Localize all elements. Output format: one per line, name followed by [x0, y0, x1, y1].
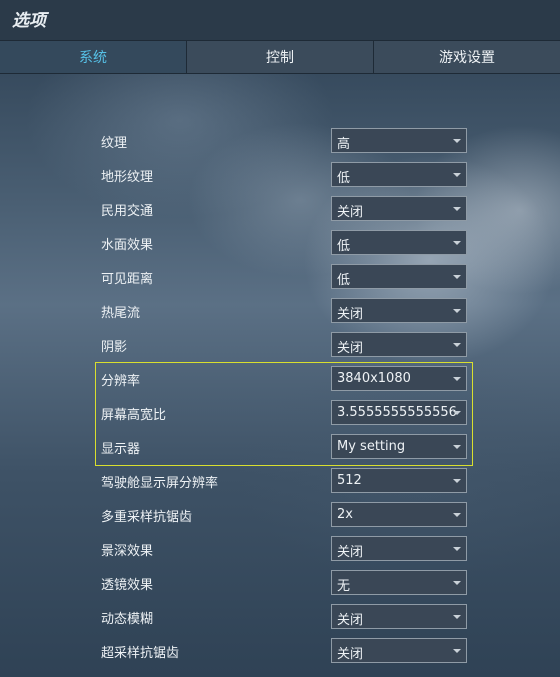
setting-label: 可见距离 — [101, 272, 154, 287]
setting-label: 动态模糊 — [101, 612, 154, 627]
setting-row-water-effects: 水面效果 低 — [0, 226, 560, 260]
aspect-ratio-dropdown[interactable]: 3.5555555555556 — [331, 400, 467, 425]
chevron-down-icon — [453, 479, 461, 483]
tab-controls[interactable]: 控制 — [187, 41, 374, 73]
chevron-down-icon — [453, 241, 461, 245]
texture-dropdown[interactable]: 高 — [331, 128, 467, 153]
setting-label: 民用交通 — [101, 204, 154, 219]
chevron-down-icon — [453, 343, 461, 347]
chevron-down-icon — [453, 445, 461, 449]
setting-row-msaa: 多重采样抗锯齿 2x — [0, 498, 560, 532]
ssaa-dropdown[interactable]: 关闭 — [331, 638, 467, 663]
setting-row-view-distance: 可见距离 低 — [0, 260, 560, 294]
dropdown-value: 512 — [337, 473, 362, 488]
depth-of-field-dropdown[interactable]: 关闭 — [331, 536, 467, 561]
dropdown-value: 关闭 — [337, 307, 364, 322]
setting-label: 地形纹理 — [101, 170, 154, 185]
chevron-down-icon — [453, 377, 461, 381]
chevron-down-icon — [453, 513, 461, 517]
settings-list: 纹理 高 地形纹理 低 民用交通 关闭 水面效果 低 可见距离 低 热尾流 关闭… — [0, 124, 560, 668]
chevron-down-icon — [453, 309, 461, 313]
dropdown-value: 低 — [337, 171, 351, 186]
cockpit-display-resolution-dropdown[interactable]: 512 — [331, 468, 467, 493]
setting-row-depth-of-field: 景深效果 关闭 — [0, 532, 560, 566]
setting-row-cockpit-display-resolution: 驾驶舱显示屏分辨率 512 — [0, 464, 560, 498]
setting-label: 水面效果 — [101, 238, 154, 253]
msaa-dropdown[interactable]: 2x — [331, 502, 467, 527]
lens-effects-dropdown[interactable]: 无 — [331, 570, 467, 595]
setting-label: 分辨率 — [101, 374, 141, 389]
title-bar: 选项 — [0, 0, 560, 40]
setting-row-resolution: 分辨率 3840x1080 — [0, 362, 560, 396]
setting-row-ssaa: 超采样抗锯齿 关闭 — [0, 634, 560, 668]
setting-row-civil-traffic: 民用交通 关闭 — [0, 192, 560, 226]
setting-label: 超采样抗锯齿 — [101, 646, 180, 661]
dropdown-value: 关闭 — [337, 341, 364, 356]
dropdown-value: 2x — [337, 507, 353, 522]
terrain-texture-dropdown[interactable]: 低 — [331, 162, 467, 187]
setting-label: 阴影 — [101, 340, 128, 355]
setting-label: 景深效果 — [101, 544, 154, 559]
chevron-down-icon — [453, 581, 461, 585]
heat-haze-dropdown[interactable]: 关闭 — [331, 298, 467, 323]
tab-game-settings[interactable]: 游戏设置 — [374, 41, 560, 73]
setting-label: 多重采样抗锯齿 — [101, 510, 193, 525]
tab-bar: 系统 控制 游戏设置 — [0, 40, 560, 74]
shadows-dropdown[interactable]: 关闭 — [331, 332, 467, 357]
dropdown-value: 3840x1080 — [337, 371, 411, 386]
setting-label: 屏幕高宽比 — [101, 408, 167, 423]
setting-row-heat-haze: 热尾流 关闭 — [0, 294, 560, 328]
monitor-dropdown[interactable]: My setting — [331, 434, 467, 459]
dropdown-value: 关闭 — [337, 647, 364, 662]
resolution-dropdown[interactable]: 3840x1080 — [331, 366, 467, 391]
setting-label: 透镜效果 — [101, 578, 154, 593]
dropdown-value: 低 — [337, 273, 351, 288]
setting-row-motion-blur: 动态模糊 关闭 — [0, 600, 560, 634]
dropdown-value: My setting — [337, 439, 406, 454]
setting-label: 热尾流 — [101, 306, 141, 321]
water-effects-dropdown[interactable]: 低 — [331, 230, 467, 255]
chevron-down-icon — [453, 547, 461, 551]
dropdown-value: 关闭 — [337, 545, 364, 560]
setting-row-shadows: 阴影 关闭 — [0, 328, 560, 362]
chevron-down-icon — [453, 173, 461, 177]
chevron-down-icon — [453, 275, 461, 279]
setting-row-texture: 纹理 高 — [0, 124, 560, 158]
setting-row-monitor: 显示器 My setting — [0, 430, 560, 464]
dropdown-value: 3.5555555555556 — [337, 405, 457, 420]
setting-label: 显示器 — [101, 442, 141, 457]
dropdown-value: 高 — [337, 137, 351, 152]
motion-blur-dropdown[interactable]: 关闭 — [331, 604, 467, 629]
setting-label: 纹理 — [101, 136, 128, 151]
chevron-down-icon — [453, 411, 461, 415]
setting-row-aspect-ratio: 屏幕高宽比 3.5555555555556 — [0, 396, 560, 430]
dropdown-value: 无 — [337, 579, 351, 594]
chevron-down-icon — [453, 207, 461, 211]
dropdown-value: 关闭 — [337, 613, 364, 628]
civil-traffic-dropdown[interactable]: 关闭 — [331, 196, 467, 221]
setting-label: 驾驶舱显示屏分辨率 — [101, 476, 219, 491]
view-distance-dropdown[interactable]: 低 — [331, 264, 467, 289]
setting-row-terrain-texture: 地形纹理 低 — [0, 158, 560, 192]
tab-system[interactable]: 系统 — [0, 41, 187, 73]
dropdown-value: 低 — [337, 239, 351, 254]
chevron-down-icon — [453, 649, 461, 653]
setting-row-lens-effects: 透镜效果 无 — [0, 566, 560, 600]
chevron-down-icon — [453, 615, 461, 619]
window-title: 选项 — [12, 11, 46, 31]
dropdown-value: 关闭 — [337, 205, 364, 220]
chevron-down-icon — [453, 139, 461, 143]
